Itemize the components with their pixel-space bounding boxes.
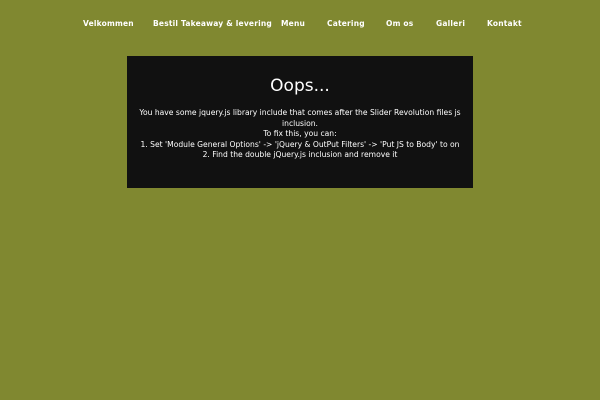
nav-item-menu[interactable]: Menu <box>281 19 305 28</box>
error-line-5: 2. Find the double jQuery.js inclusion a… <box>202 150 398 159</box>
nav-item-galleri[interactable]: Galleri <box>436 19 465 28</box>
error-line-2: inclusion. <box>282 118 318 128</box>
error-title: Oops... <box>270 76 330 96</box>
slider-error-box: Oops... You have some jquery.js library … <box>127 56 473 188</box>
nav-item-catering[interactable]: Catering <box>327 19 365 28</box>
error-message: You have some jquery.js library include … <box>127 108 473 161</box>
nav-item-om-os[interactable]: Om os <box>386 19 413 28</box>
error-line-1: You have some jquery.js library include … <box>139 108 461 117</box>
nav-item-kontakt[interactable]: Kontakt <box>487 19 522 28</box>
error-line-3: To fix this, you can: <box>263 129 337 138</box>
nav-item-velkommen[interactable]: Velkommen <box>83 19 134 28</box>
nav-item-bestil-takeaway[interactable]: Bestil Takeaway & levering <box>153 19 272 28</box>
main-navigation: Velkommen Bestil Takeaway & levering Men… <box>0 0 600 46</box>
error-line-4: 1. Set 'Module General Options' -> 'jQue… <box>140 139 460 149</box>
